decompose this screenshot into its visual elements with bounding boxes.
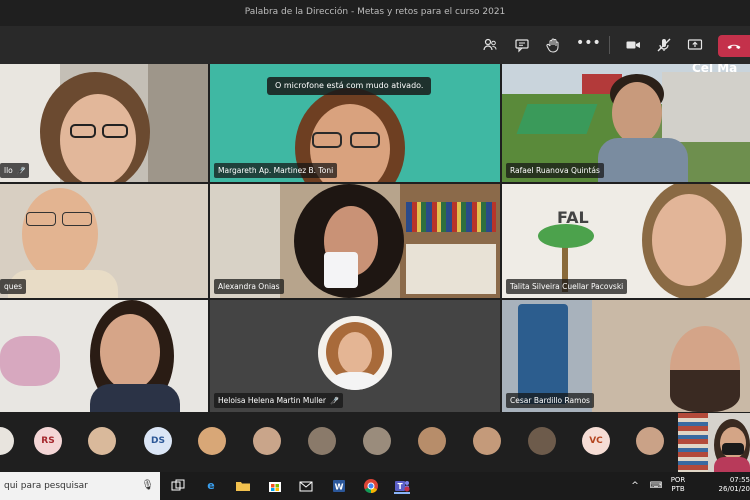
participant-avatar[interactable]: DS [144,427,172,455]
participant-avatar[interactable] [253,427,281,455]
participants-icon[interactable] [482,37,498,53]
participant-nameplate: ques [0,279,27,294]
participant-avatar[interactable] [528,427,556,455]
taskbar-search[interactable]: qui para pesquisar 🎙 [0,472,160,500]
self-view[interactable] [678,413,750,472]
mic-off-icon: 🎤̸ [330,397,339,405]
participant-avatar[interactable]: RS [34,427,62,455]
system-clock[interactable]: 07:55 26/01/20 [698,476,750,494]
participant-avatar[interactable] [198,427,226,455]
chrome-icon[interactable] [363,478,379,494]
brand-overlay-text: Cel Ma [692,64,738,75]
participant-nameplate: Margareth Ap. Martinez B. Toni [214,163,338,178]
more-icon[interactable]: ••• [576,36,601,53]
mute-notification: O microfone está com mudo ativado. [267,77,432,95]
svg-text:T: T [397,482,403,491]
raise-hand-icon[interactable] [545,37,561,53]
title-bar: Palabra de la Dirección - Metas y retos … [0,0,750,26]
video-tile[interactable]: FAL Talita Silveira Cuellar Pacovski [502,184,750,298]
store-icon[interactable] [267,478,283,494]
video-grid: llo 🎤̸ Margareth Ap. Martinez B. Toni Cel… [0,64,750,412]
video-tile[interactable]: llo 🎤̸ [0,64,208,182]
video-tile[interactable]: Cel Ma Rafael Ruanova Quintás [502,64,750,182]
taskbar: qui para pesquisar 🎙 e W T ^ ⌨ POR PTB 0… [0,472,750,500]
share-screen-icon[interactable] [687,37,703,53]
participant-nameplate: Cesar Bardillo Ramos [506,393,594,408]
chevron-up-icon[interactable]: ^ [627,478,643,494]
file-explorer-icon[interactable] [235,478,251,494]
video-tile[interactable]: Cesar Bardillo Ramos [502,300,750,412]
teams-icon[interactable]: T [394,478,410,494]
video-tile[interactable]: Alexandra Onias [210,184,500,298]
edge-icon[interactable]: e [203,478,219,494]
participant-avatar[interactable] [308,427,336,455]
participant-nameplate: Alexandra Onias [214,279,284,294]
participant-avatar[interactable] [473,427,501,455]
toolbar-divider [609,36,610,54]
word-icon[interactable]: W [331,478,347,494]
mic-muted-icon[interactable] [656,37,672,53]
participant-nameplate: llo 🎤̸ [0,163,30,178]
participant-avatar[interactable]: VC [582,427,610,455]
task-view-icon[interactable] [170,478,186,494]
language-icon[interactable]: ⌨ [648,478,664,494]
hangup-button[interactable] [718,35,750,57]
avatar [318,316,392,390]
participant-avatar-strip: RS DS VC [0,412,750,472]
svg-text:W: W [335,483,344,492]
video-tile[interactable] [0,300,208,412]
participant-nameplate: Heloisa Helena Martin Muller 🎤̸ [214,393,343,408]
video-tile[interactable]: Heloisa Helena Martin Muller 🎤̸ [210,300,500,412]
mic-off-icon: 🎤̸ [16,167,26,175]
meeting-toolbar: ••• [0,26,750,64]
participant-avatar[interactable] [363,427,391,455]
mail-icon[interactable] [298,478,314,494]
input-language-indicator[interactable]: POR PTB [668,476,688,494]
video-tile[interactable]: ques [0,184,208,298]
participant-nameplate: Talita Silveira Cuellar Pacovski [506,279,628,294]
participant-nameplate: Rafael Ruanova Quintás [506,163,604,178]
window-title: Palabra de la Dirección - Metas y retos … [244,7,506,17]
microphone-icon[interactable]: 🎙 [141,472,154,500]
camera-icon[interactable] [625,37,641,53]
participant-avatar[interactable] [418,427,446,455]
participant-avatar[interactable] [0,427,14,455]
chat-icon[interactable] [514,37,530,53]
participant-avatar[interactable] [88,427,116,455]
participant-avatar[interactable] [636,427,664,455]
hangup-icon [727,44,741,49]
